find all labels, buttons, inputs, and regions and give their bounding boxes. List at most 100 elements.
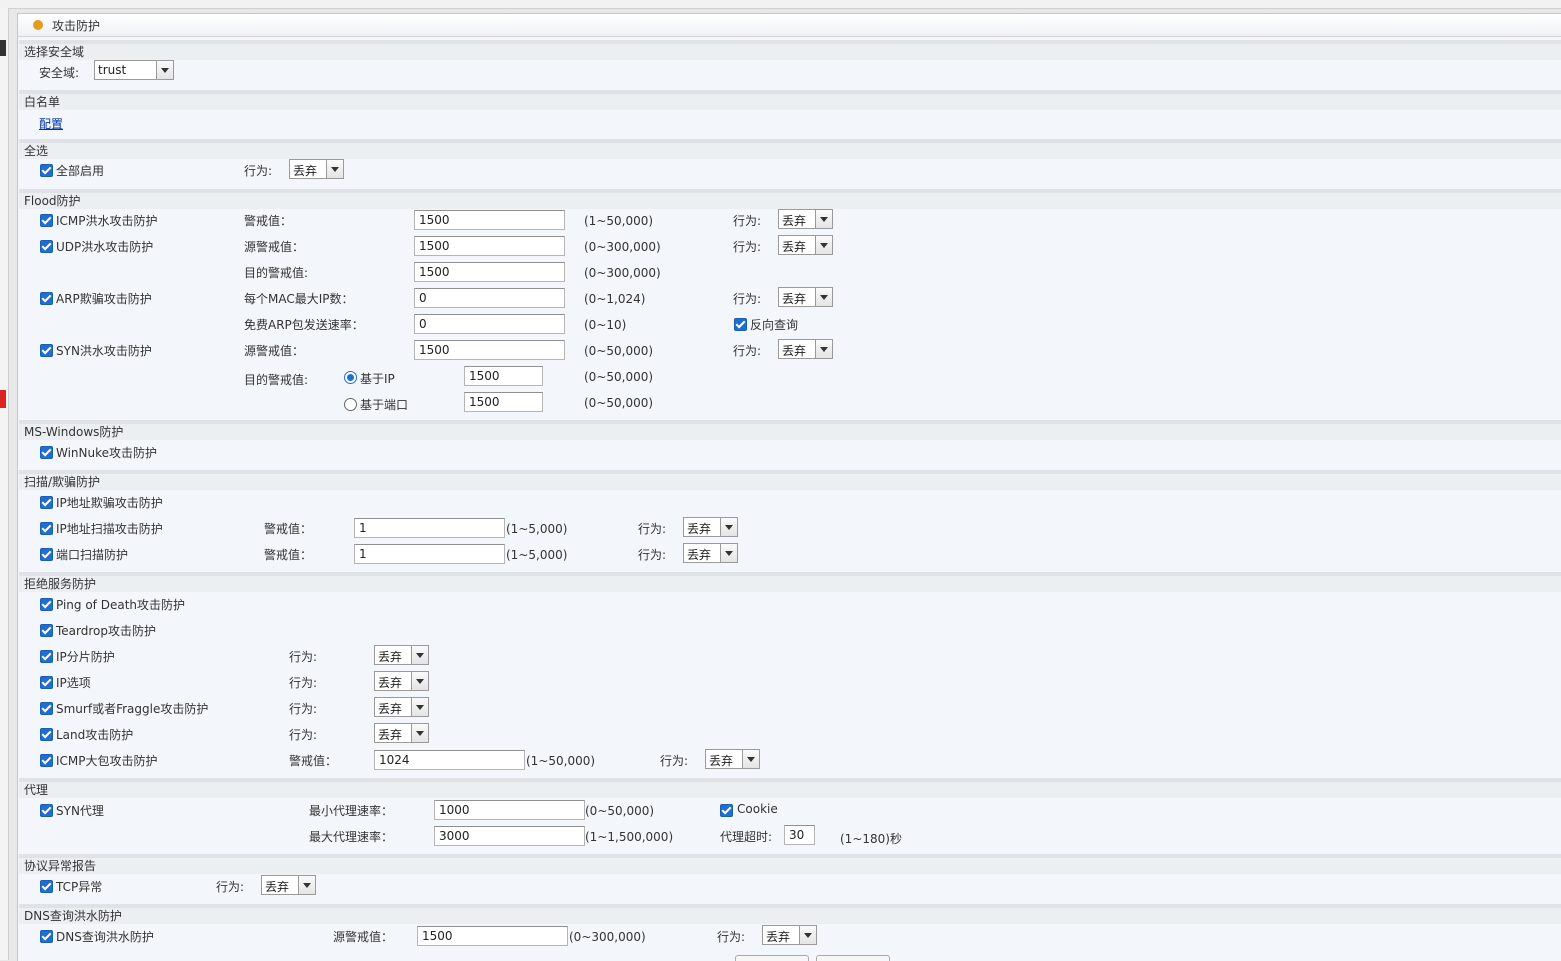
icmp-large-threshold-input[interactable] bbox=[374, 750, 525, 770]
chevron-down-icon bbox=[720, 518, 737, 536]
icmp-action-select[interactable]: 丢弃 bbox=[778, 209, 833, 229]
cookie-checkbox[interactable] bbox=[720, 804, 733, 817]
syn-dst-ip-input[interactable] bbox=[464, 366, 543, 386]
arp-spoof-label: ARP欺骗攻击防护 bbox=[56, 292, 152, 306]
action-label: 行为: bbox=[733, 240, 762, 254]
syn-flood-checkbox[interactable] bbox=[40, 344, 53, 357]
zone-select[interactable]: trust bbox=[94, 60, 174, 80]
icmp-flood-checkbox[interactable] bbox=[40, 214, 53, 227]
udp-action-select[interactable]: 丢弃 bbox=[778, 235, 833, 255]
dns-action-select[interactable]: 丢弃 bbox=[762, 925, 817, 945]
ip-scan-checkbox[interactable] bbox=[40, 522, 53, 535]
panel-title-bar: 攻击防护 bbox=[18, 14, 1561, 37]
smurf-checkbox[interactable] bbox=[40, 702, 53, 715]
chevron-down-icon bbox=[411, 698, 428, 716]
ip-fragment-checkbox[interactable] bbox=[40, 650, 53, 663]
ip-fragment-label: IP分片防护 bbox=[56, 650, 115, 664]
ip-option-action-select[interactable]: 丢弃 bbox=[374, 671, 429, 691]
udp-dst-threshold-input[interactable] bbox=[414, 262, 565, 282]
enable-all-label: 全部启用 bbox=[56, 164, 105, 178]
port-scan-threshold-input[interactable] bbox=[354, 544, 505, 564]
range-text: (0~300,000) bbox=[569, 930, 646, 944]
action-label: 行为: bbox=[289, 650, 318, 664]
syn-action-select[interactable]: 丢弃 bbox=[778, 339, 833, 359]
ip-scan-threshold-input[interactable] bbox=[354, 518, 505, 538]
arp-spoof-checkbox[interactable] bbox=[40, 292, 53, 305]
tcp-anomaly-action-select[interactable]: 丢弃 bbox=[261, 875, 316, 895]
ip-option-checkbox[interactable] bbox=[40, 676, 53, 689]
top-frame-bar bbox=[0, 0, 1561, 9]
action-label: 行为: bbox=[244, 164, 273, 178]
arp-max-ip-input[interactable] bbox=[414, 288, 565, 308]
whitelist-config-link[interactable]: 配置 bbox=[39, 115, 63, 132]
action-label: 行为: bbox=[638, 522, 667, 536]
action-label: 行为: bbox=[289, 676, 318, 690]
arp-action-select[interactable]: 丢弃 bbox=[778, 287, 833, 307]
arp-rate-input[interactable] bbox=[414, 314, 565, 334]
ip-fragment-action-select[interactable]: 丢弃 bbox=[374, 645, 429, 665]
range-text-value: (1~180) bbox=[840, 832, 890, 846]
udp-src-threshold-input[interactable] bbox=[414, 236, 565, 256]
chevron-down-icon bbox=[742, 750, 759, 768]
tcp-anomaly-checkbox[interactable] bbox=[40, 880, 53, 893]
port-scan-action-select[interactable]: 丢弃 bbox=[683, 543, 738, 563]
range-text: (0~300,000) bbox=[584, 240, 661, 254]
action-label: 行为: bbox=[717, 930, 746, 944]
ip-spoof-checkbox[interactable] bbox=[40, 496, 53, 509]
syn-dst-port-input[interactable] bbox=[464, 392, 543, 412]
select-value: 丢弃 bbox=[293, 164, 318, 178]
enable-all-checkbox[interactable] bbox=[40, 164, 53, 177]
proxy-max-rate-input[interactable] bbox=[434, 826, 585, 846]
winnuke-checkbox[interactable] bbox=[40, 446, 53, 459]
ok-button[interactable] bbox=[735, 955, 809, 961]
dns-src-threshold-input[interactable] bbox=[417, 926, 568, 946]
ip-scan-action-select[interactable]: 丢弃 bbox=[683, 517, 738, 537]
dns-flood-checkbox[interactable] bbox=[40, 930, 53, 943]
select-value: 丢弃 bbox=[782, 240, 807, 254]
port-scan-checkbox[interactable] bbox=[40, 548, 53, 561]
select-value: 丢弃 bbox=[378, 702, 403, 716]
chevron-down-icon bbox=[799, 926, 816, 944]
proxy-timeout-input[interactable] bbox=[784, 825, 815, 845]
section-title: 白名单 bbox=[24, 95, 61, 109]
land-action-select[interactable]: 丢弃 bbox=[374, 723, 429, 743]
icmp-large-action-select[interactable]: 丢弃 bbox=[705, 749, 760, 769]
by-port-radio[interactable] bbox=[344, 398, 357, 411]
icmp-large-label: ICMP大包攻击防护 bbox=[56, 754, 158, 768]
select-value: 丢弃 bbox=[782, 292, 807, 306]
dst-threshold-label: 目的警戒值: bbox=[244, 266, 309, 280]
udp-flood-checkbox[interactable] bbox=[40, 240, 53, 253]
ping-of-death-checkbox[interactable] bbox=[40, 598, 53, 611]
smurf-action-select[interactable]: 丢弃 bbox=[374, 697, 429, 717]
proxy-min-rate-input[interactable] bbox=[434, 800, 585, 820]
enable-all-action-select[interactable]: 丢弃 bbox=[289, 159, 344, 179]
gratuitous-arp-rate-label: 免费ARP包发送速率： bbox=[244, 318, 364, 332]
syn-src-threshold-input[interactable] bbox=[414, 340, 565, 360]
threshold-label: 警戒值： bbox=[244, 214, 293, 228]
by-ip-label: 基于IP bbox=[360, 372, 395, 386]
left-edge-marker bbox=[0, 40, 6, 56]
chevron-down-icon bbox=[720, 544, 737, 562]
section-proxy: 代理 bbox=[19, 778, 1561, 798]
range-text: (1~50,000) bbox=[584, 214, 654, 228]
attack-protection-panel: 攻击防护 选择安全域 安全域: trust 白名单 配置 全选 全部启用 行为:… bbox=[17, 13, 1561, 961]
teardrop-checkbox[interactable] bbox=[40, 624, 53, 637]
range-text: (1~5,000) bbox=[506, 522, 568, 536]
action-label: 行为: bbox=[638, 548, 667, 562]
src-threshold-label: 源警戒值： bbox=[244, 240, 305, 254]
select-value: 丢弃 bbox=[687, 548, 712, 562]
select-value: 丢弃 bbox=[378, 728, 403, 742]
range-text: (1~5,000) bbox=[506, 548, 568, 562]
reverse-lookup-checkbox[interactable] bbox=[734, 318, 747, 331]
dst-threshold-label: 目的警戒值: bbox=[244, 373, 309, 387]
action-label: 行为: bbox=[733, 214, 762, 228]
syn-proxy-checkbox[interactable] bbox=[40, 804, 53, 817]
icmp-large-checkbox[interactable] bbox=[40, 754, 53, 767]
cancel-button[interactable] bbox=[816, 955, 890, 961]
dns-flood-label: DNS查询洪水防护 bbox=[56, 930, 154, 944]
by-ip-radio[interactable] bbox=[344, 371, 357, 384]
icmp-threshold-input[interactable] bbox=[414, 210, 565, 230]
select-value: 丢弃 bbox=[709, 754, 734, 768]
land-checkbox[interactable] bbox=[40, 728, 53, 741]
reverse-lookup-label: 反向查询 bbox=[750, 318, 799, 332]
